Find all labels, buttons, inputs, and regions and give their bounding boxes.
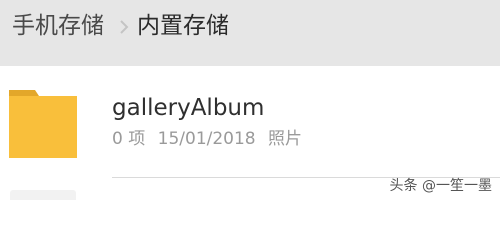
partial-folder-icon: [10, 190, 76, 200]
folder-meta: 0 项 15/01/2018 照片: [112, 128, 309, 150]
folder-type: 照片: [268, 129, 303, 149]
file-manager-screen: 手机存储 内置存储 galleryAlbum 0 项 15/01/2018 照片…: [0, 0, 500, 200]
breadcrumb-internal-storage[interactable]: 内置存储: [137, 12, 229, 40]
folder-icon: [9, 90, 77, 158]
modified-date: 15/01/2018: [157, 129, 256, 149]
breadcrumb: 手机存储 内置存储: [0, 0, 500, 66]
breadcrumb-phone-storage[interactable]: 手机存储: [12, 12, 104, 40]
list-item[interactable]: galleryAlbum 0 项 15/01/2018 照片: [0, 66, 500, 178]
item-count: 0 项: [112, 129, 146, 149]
folder-name: galleryAlbum: [112, 95, 265, 121]
watermark: 头条 @一笙一墨: [389, 178, 492, 194]
chevron-right-icon: [120, 20, 129, 34]
